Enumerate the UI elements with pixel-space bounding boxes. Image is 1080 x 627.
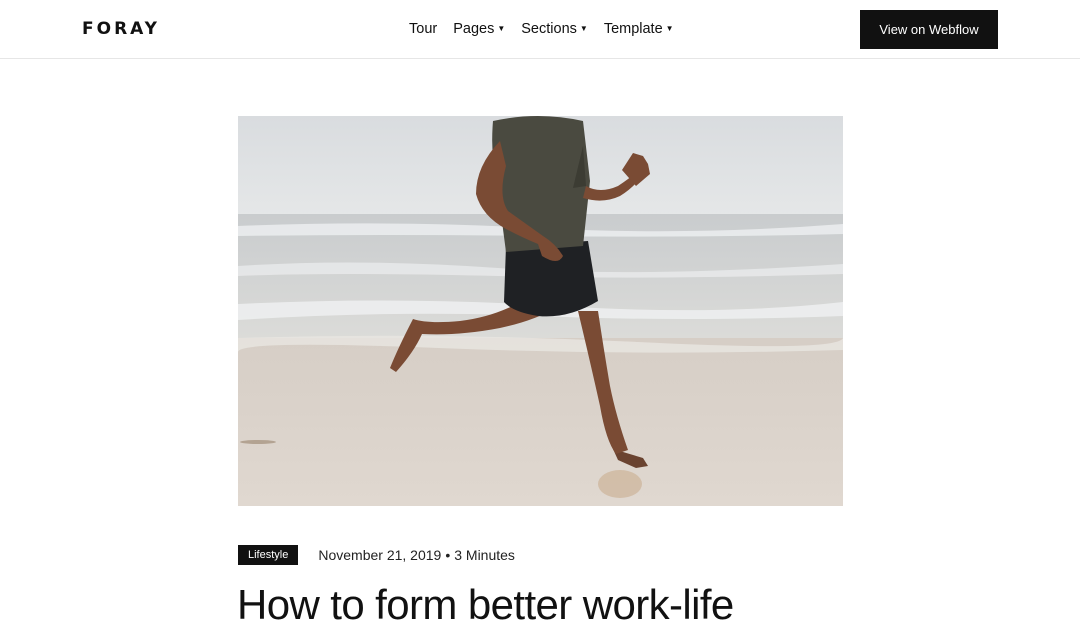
nav-item-tour[interactable]: Tour: [409, 19, 437, 39]
nav-item-pages[interactable]: Pages ▼: [453, 19, 505, 39]
site-logo[interactable]: FORAY: [82, 19, 160, 39]
read-time: 3 Minutes: [454, 547, 515, 563]
post-date: November 21, 2019: [318, 547, 442, 563]
main-nav: Tour Pages ▼ Sections ▼ Template ▼: [409, 19, 690, 39]
post-meta: Lifestyle November 21, 2019 • 3 Minutes: [238, 545, 515, 565]
nav-item-sections[interactable]: Sections ▼: [521, 19, 588, 39]
view-on-webflow-button[interactable]: View on Webflow: [860, 10, 998, 49]
meta-separator: •: [445, 547, 451, 563]
nav-item-template[interactable]: Template ▼: [604, 19, 674, 39]
caret-down-icon: ▼: [497, 24, 506, 33]
post-title: How to form better work-life: [237, 581, 734, 627]
navbar: FORAY Tour Pages ▼ Sections ▼ Template ▼ Vi…: [0, 0, 1080, 59]
nav-item-label: Pages: [453, 21, 495, 37]
nav-item-label: Sections: [521, 21, 577, 37]
caret-down-icon: ▼: [579, 24, 588, 33]
caret-down-icon: ▼: [665, 24, 674, 33]
runner-on-beach-illustration: [238, 116, 843, 506]
hero-image: [238, 116, 843, 506]
nav-item-label: Tour: [409, 21, 438, 37]
nav-item-label: Template: [603, 21, 663, 37]
category-tag[interactable]: Lifestyle: [238, 545, 299, 565]
